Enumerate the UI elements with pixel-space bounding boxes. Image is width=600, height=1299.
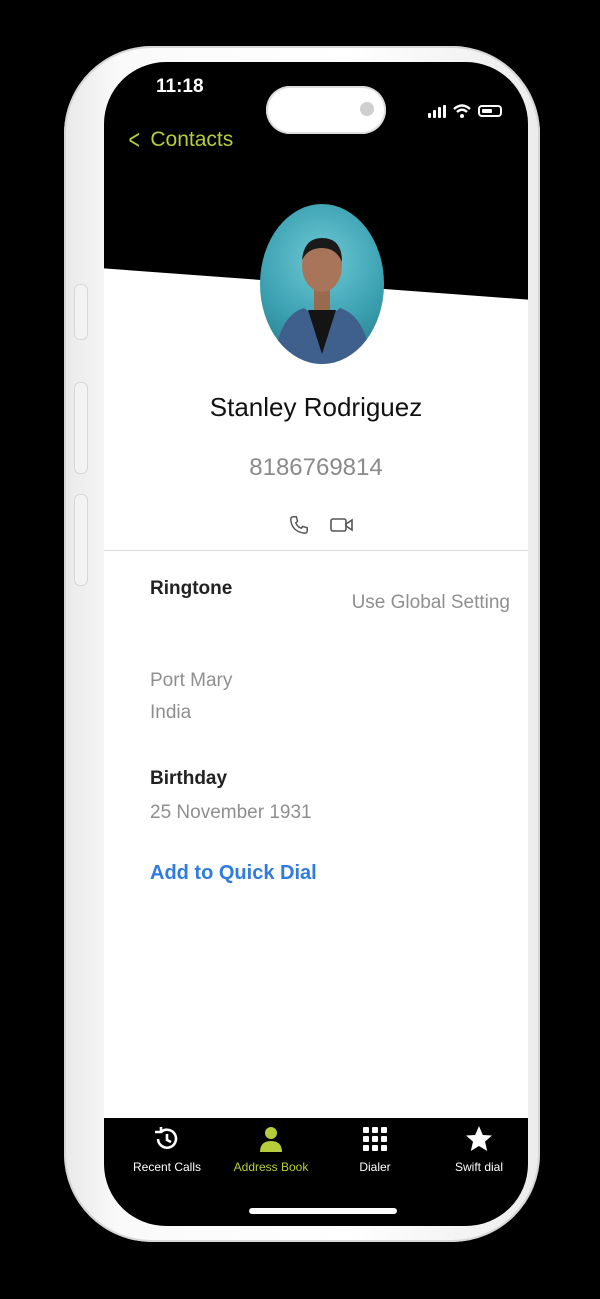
keypad-icon (363, 1127, 387, 1151)
contact-phone: 8186769814 (249, 454, 383, 481)
phone-call-icon[interactable] (288, 514, 310, 536)
video-call-icon[interactable] (330, 516, 354, 534)
battery-icon (478, 105, 502, 117)
tab-label: Address Book (233, 1160, 309, 1174)
tab-swift-dial[interactable]: Swift dial (426, 1124, 528, 1174)
status-time: 11:18 (156, 76, 204, 97)
address-line-2: India (150, 702, 192, 723)
wifi-icon (453, 104, 471, 118)
contact-name: Stanley Rodriguez (209, 392, 423, 422)
chevron-left-icon: < (128, 124, 140, 155)
history-icon (155, 1127, 178, 1149)
back-label: Contacts (150, 128, 234, 151)
star-icon (466, 1126, 492, 1151)
phone-screen: 11:18 < Contacts Stanley Rodriguez 81867… (104, 62, 528, 1226)
tab-recent-calls[interactable]: Recent Calls (114, 1124, 220, 1174)
tab-label: Dialer (359, 1160, 391, 1174)
dynamic-island (266, 86, 386, 134)
tab-dialer[interactable]: Dialer (322, 1124, 428, 1174)
tab-label: Swift dial (454, 1160, 504, 1174)
contact-actions (288, 514, 354, 536)
camera-dot (360, 102, 374, 116)
contact-avatar (260, 204, 384, 364)
add-to-quick-dial-link[interactable]: Add to Quick Dial (150, 862, 317, 885)
person-icon (260, 1127, 282, 1152)
tab-address-book[interactable]: Address Book (218, 1124, 324, 1174)
home-indicator (249, 1208, 397, 1214)
birthday-value: 25 November 1931 (150, 802, 312, 823)
volume-up-button (74, 382, 88, 474)
birthday-label: Birthday (150, 768, 228, 789)
section-divider (104, 550, 528, 551)
signal-icon (428, 104, 446, 118)
ringtone-label: Ringtone (150, 578, 233, 599)
status-icons (428, 104, 502, 118)
volume-down-button (74, 494, 88, 586)
tab-label: Recent Calls (132, 1160, 202, 1174)
address-line-1: Port Mary (150, 670, 233, 691)
action-button (74, 284, 88, 340)
ringtone-value[interactable]: Use Global Setting (352, 592, 510, 614)
back-button[interactable]: < Contacts (126, 126, 233, 154)
